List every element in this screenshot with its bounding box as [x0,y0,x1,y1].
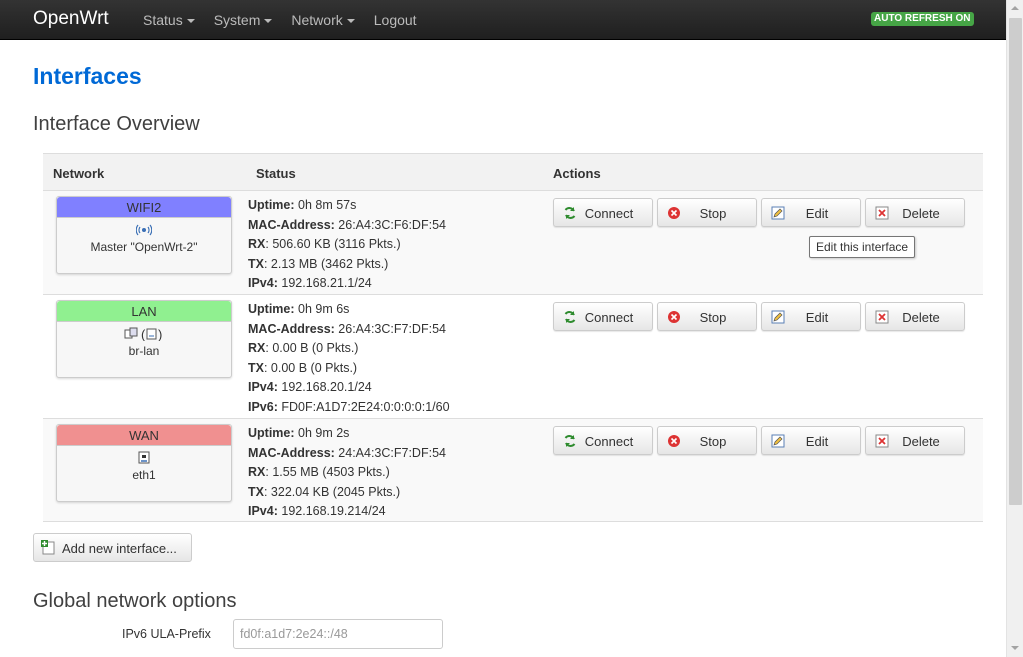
status-line: Uptime: 0h 8m 57s [248,198,357,212]
svg-text:): ) [158,327,162,341]
add-interface-label: Add new interface... [62,541,177,556]
menu-network-label: Network [291,12,343,28]
main-menu: Status System Network Logout [143,0,436,40]
table-row: WAN eth1 Uptime: 0h 9m 2s MAC-Address: 24… [43,419,983,522]
wifi-icon [135,223,153,237]
interface-status: Uptime: 0h 9m 2s MAC-Address: 24:A4:3C:F7… [248,424,446,522]
header-status: Status [256,166,296,181]
status-line: IPv4: 192.168.21.1/24 [248,276,372,290]
status-line: MAC-Address: 26:A4:3C:F7:DF:54 [248,321,446,336]
interface-name: WIFI2 [57,197,231,218]
edit-button[interactable]: Edit [761,302,861,331]
device-label: eth1 [132,468,156,482]
menu-network[interactable]: Network [291,0,355,40]
status-line: IPv4: 192.168.19.214/24 [248,504,386,518]
menu-system[interactable]: System [214,0,273,40]
scroll-up-icon[interactable] [1007,0,1023,17]
menu-system-label: System [213,12,261,28]
menu-logout[interactable]: Logout [374,0,417,40]
delete-button[interactable]: Delete [865,426,965,455]
interface-badge[interactable]: WIFI2 Master "OpenWrt-2" [56,196,232,274]
status-line: IPv6: FD0F:A1D7:2E24:0:0:0:0:1/60 [248,399,450,414]
status-line: RX: 1.55 MB (4503 Pkts.) [248,465,390,479]
interface-name: WAN [57,425,231,446]
brand-logo[interactable]: OpenWrt [33,8,109,30]
vertical-scrollbar[interactable] [1006,0,1023,657]
edit-button[interactable]: Edit [761,426,861,455]
status-line: MAC-Address: 26:A4:3C:F6:DF:54 [248,217,446,232]
status-line: TX: 322.04 KB (2045 Pkts.) [248,484,401,499]
add-icon [41,540,55,555]
status-line: TX: 0.00 B (0 Pkts.) [248,360,358,375]
interface-badge[interactable]: WAN eth1 [56,424,232,502]
interface-status: Uptime: 0h 8m 57s MAC-Address: 26:A4:3C:F… [248,196,446,294]
status-line: TX: 2.13 MB (3462 Pkts.) [248,256,389,271]
table-header: Network Status Actions [43,153,983,191]
interface-name: LAN [57,301,231,322]
svg-text:(: ( [141,327,146,341]
status-line: IPv4: 192.168.20.1/24 [248,380,372,394]
menu-logout-label: Logout [373,12,417,28]
menu-status[interactable]: Status [143,0,195,40]
header-actions: Actions [553,166,601,181]
connect-button[interactable]: Connect [553,426,653,455]
table-row: LAN () br-lan Uptime: 0h 9m 6s MAC-Addres… [43,295,983,419]
connect-button[interactable]: Connect [553,302,653,331]
status-line: Uptime: 0h 9m 2s [248,426,350,440]
delete-button[interactable]: Delete [865,302,965,331]
ula-prefix-input[interactable] [233,619,443,649]
status-line: MAC-Address: 24:A4:3C:F7:DF:54 [248,445,446,460]
header-network: Network [53,166,105,181]
chevron-down-icon [264,19,273,24]
add-interface-button[interactable]: Add new interface... [33,533,192,562]
connect-button[interactable]: Connect [553,198,653,227]
device-label: Master "OpenWrt-2" [90,240,198,254]
page-title: Interfaces [33,63,142,89]
interface-table: Network Status Actions WIFI2 Master "Ope… [43,153,983,522]
menu-status-label: Status [143,12,183,28]
status-line: RX: 506.60 KB (3116 Pkts.) [248,237,401,251]
scrollbar-thumb[interactable] [1009,18,1022,505]
device-label: br-lan [128,344,160,358]
chevron-down-icon [346,19,355,24]
bridge-icon: () [124,327,164,342]
stop-button[interactable]: Stop [657,302,757,331]
ula-prefix-label: IPv6 ULA-Prefix [122,627,211,641]
delete-button[interactable]: Delete [865,198,965,227]
interface-badge[interactable]: LAN () br-lan [56,300,232,378]
chevron-down-icon [186,19,195,24]
edit-button[interactable]: Edit [761,198,861,227]
status-line: RX: 0.00 B (0 Pkts.) [248,341,359,355]
global-options-title: Global network options [33,590,237,612]
section-title: Interface Overview [33,113,200,135]
auto-refresh-badge[interactable]: AUTO REFRESH ON [871,12,974,26]
top-navbar: OpenWrt Status System Network Logout AUT… [0,0,1006,40]
scroll-down-icon[interactable] [1007,640,1023,657]
edit-tooltip: Edit this interface [809,236,916,258]
stop-button[interactable]: Stop [657,198,757,227]
ethernet-icon [137,451,151,465]
interface-status: Uptime: 0h 9m 6s MAC-Address: 26:A4:3C:F7… [248,300,450,417]
stop-button[interactable]: Stop [657,426,757,455]
status-line: Uptime: 0h 9m 6s [248,302,350,316]
